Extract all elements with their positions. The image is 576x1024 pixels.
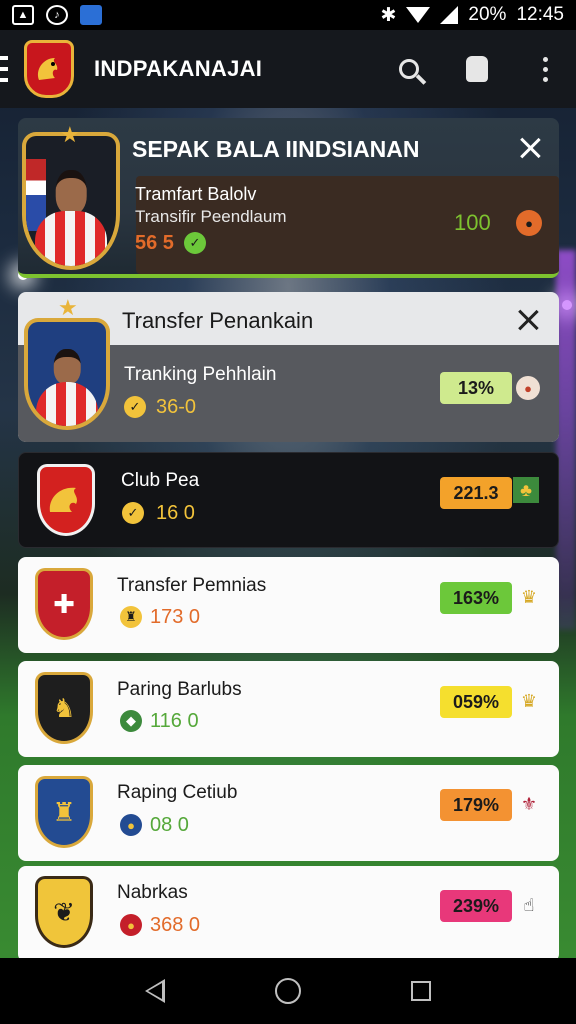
trophy-button[interactable] xyxy=(460,52,494,86)
bluetooth-icon: ✱ xyxy=(380,4,397,26)
shield-icon: ● xyxy=(120,814,142,836)
club-badge-value: 059% xyxy=(440,686,512,718)
back-icon[interactable] xyxy=(145,979,165,1003)
more-vert-icon xyxy=(542,56,548,82)
club-name: Paring Barlubs xyxy=(117,679,242,700)
app-bar: INDPAKANAJAI xyxy=(0,30,576,108)
clock: 12:45 xyxy=(516,4,564,25)
music-icon: ♪ xyxy=(46,5,68,25)
signal-icon xyxy=(440,6,459,24)
club-badge-icon: ● xyxy=(516,376,540,400)
search-button[interactable] xyxy=(392,52,426,86)
app-notification-icon xyxy=(80,5,102,25)
gallery-icon: ▲ xyxy=(12,5,34,25)
club-stat: 368 0 xyxy=(150,914,201,936)
star-icon: ★ xyxy=(60,122,80,147)
club-stat: 16 0 xyxy=(156,502,195,524)
status-bar: ▲ ♪ ✱ 20% 12:45 xyxy=(0,0,576,30)
check-icon: ✓ xyxy=(184,232,206,254)
shield-icon: ◆ xyxy=(120,710,142,732)
menu-icon[interactable] xyxy=(0,56,10,82)
red-shield-icon: ⚜ xyxy=(520,793,538,814)
yellow-trophy-icon: ♛ xyxy=(520,586,538,607)
transfer-percent-badge: 13% xyxy=(440,372,512,404)
club-name: Club Pea xyxy=(121,470,200,491)
club-badge-value: 179% xyxy=(440,789,512,821)
transfer-player-name: Tranking Pehhlain xyxy=(124,364,277,385)
trophy-icon xyxy=(466,56,488,82)
close-transfer-button[interactable] xyxy=(515,307,541,333)
club-crest: ♞ xyxy=(35,672,93,744)
coin-icon: ● xyxy=(120,914,142,936)
search-icon xyxy=(399,59,419,79)
system-nav-bar xyxy=(0,958,576,1024)
club-badge-value: 163% xyxy=(440,582,512,614)
featured-line1: Tramfart Balolv xyxy=(135,184,257,204)
featured-stat: 56 5 xyxy=(135,232,174,254)
club-name: Transfer Pemnias xyxy=(117,575,267,596)
club-crest: ✚ xyxy=(35,568,93,640)
overflow-menu-button[interactable] xyxy=(528,52,562,86)
close-featured-button[interactable] xyxy=(517,135,543,161)
green-flag-icon: ♣ xyxy=(513,477,539,503)
featured-line2: Transifir Peendlaum xyxy=(135,207,287,226)
club-stat: 08 0 xyxy=(150,814,189,836)
coin-icon: ✓ xyxy=(124,396,146,418)
app-logo xyxy=(24,40,74,98)
hand-icon: ☝ xyxy=(523,894,535,915)
app-title: INDPAKANAJAI xyxy=(94,56,263,81)
player-portrait-crest xyxy=(24,318,110,430)
club-crest: ♜ xyxy=(35,776,93,848)
side-glow xyxy=(556,250,576,630)
home-icon[interactable] xyxy=(275,978,301,1004)
player-portrait-crest xyxy=(22,132,120,270)
transfer-card-title: Transfer Penankain xyxy=(122,308,314,333)
yellow-trophy-icon: ♛ xyxy=(520,690,538,711)
club-name: Nabrkas xyxy=(117,882,188,903)
club-crest: ❦ xyxy=(35,876,93,948)
club-stat: 173 0 xyxy=(150,606,201,628)
club-badge-value: 239% xyxy=(440,890,512,922)
featured-title: SEPAK BALA IINDSIANAN xyxy=(132,136,420,162)
club-badge-value: 221.3 xyxy=(440,477,512,509)
club-stat: 116 0 xyxy=(150,710,199,732)
transfer-stat: 36-0 xyxy=(156,396,197,418)
wifi-icon xyxy=(406,7,431,23)
club-name: Raping Cetiub xyxy=(117,782,238,803)
featured-value: 100 xyxy=(454,210,491,235)
battery-level: 20% xyxy=(468,4,507,25)
recents-icon[interactable] xyxy=(411,981,431,1001)
check-icon: ✓ xyxy=(122,502,144,524)
coin-icon: ♜ xyxy=(120,606,142,628)
star-icon: ★ xyxy=(58,295,78,320)
club-crest xyxy=(37,464,95,536)
club-badge-icon: ● xyxy=(516,210,542,236)
